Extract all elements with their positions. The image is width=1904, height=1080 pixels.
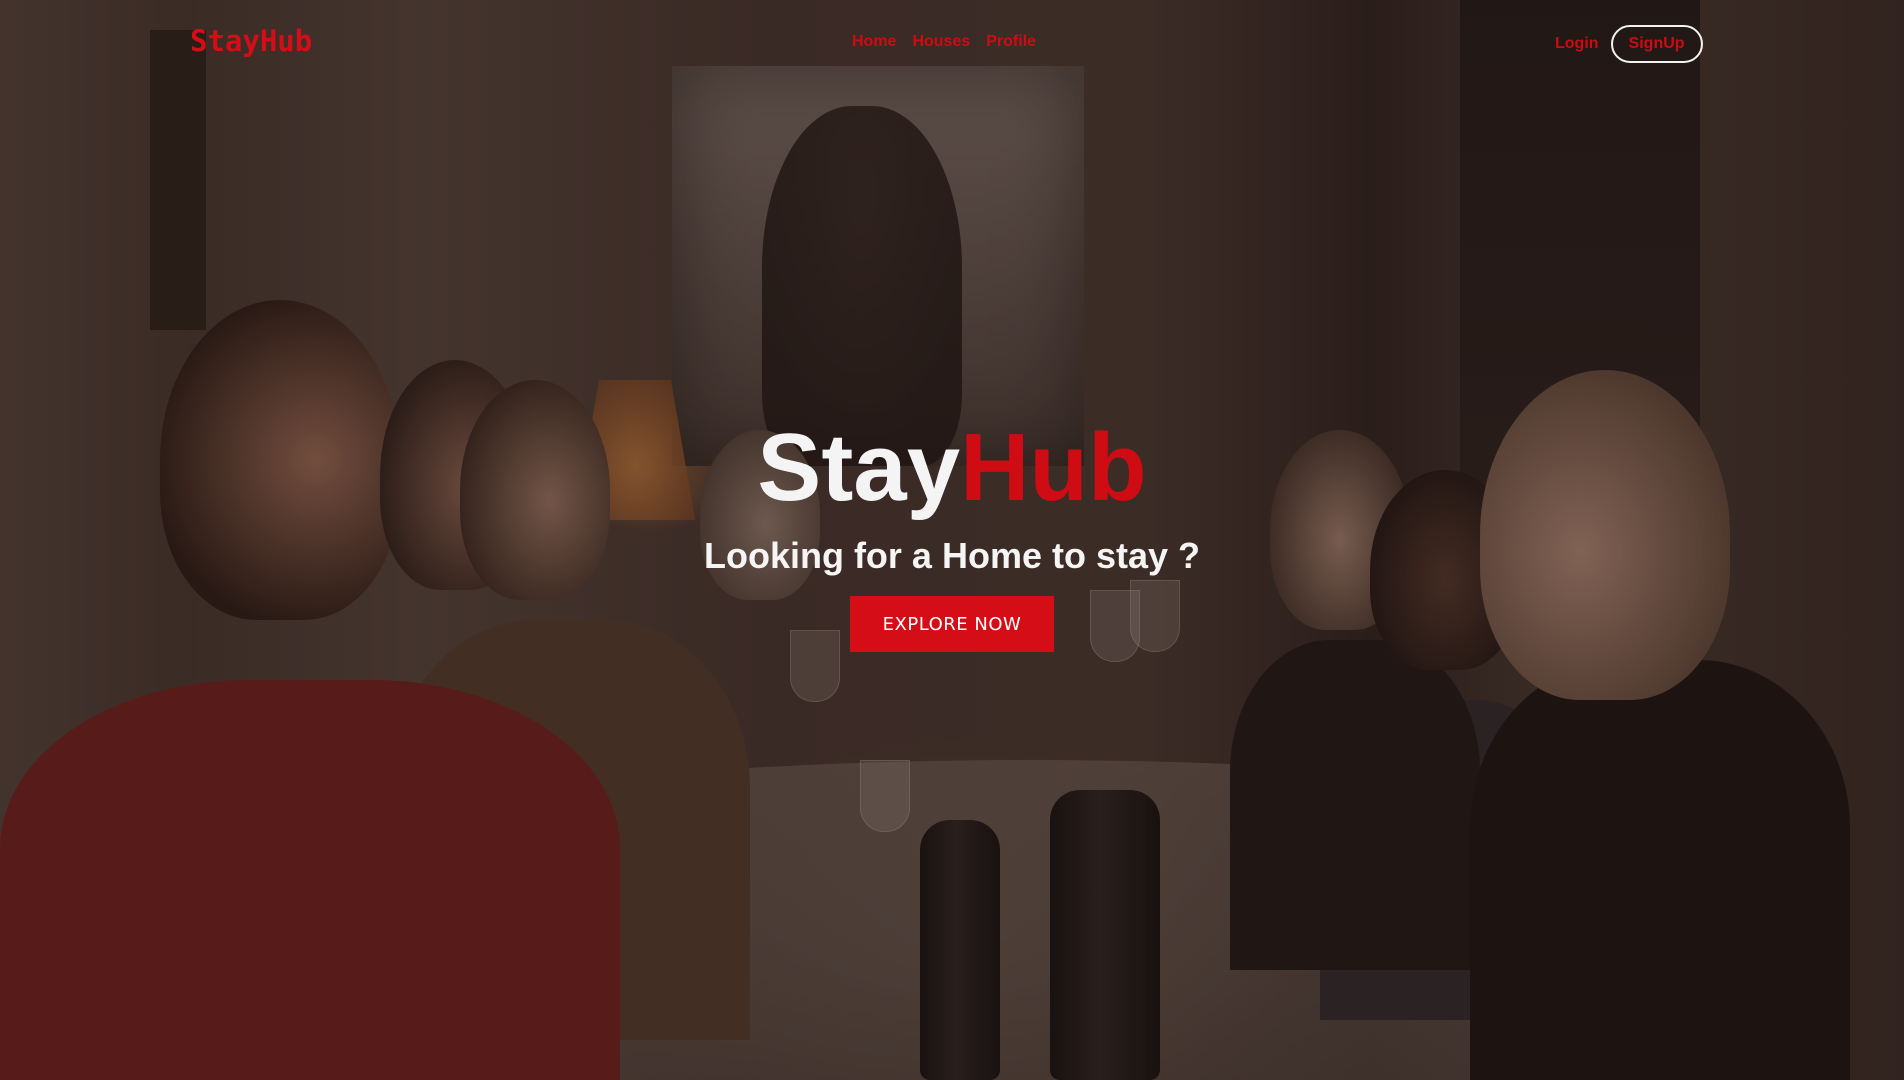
hero-content: StayHub Looking for a Home to stay ? EXP… <box>0 420 1904 652</box>
hero-title-hub: Hub <box>960 414 1147 521</box>
login-link[interactable]: Login <box>1555 35 1599 53</box>
explore-now-button[interactable]: EXPLORE NOW <box>850 596 1054 652</box>
hero-section: StayHub Home Houses Profile Login SignUp… <box>0 0 1904 1080</box>
hero-title-stay: Stay <box>757 414 961 521</box>
navbar: StayHub Home Houses Profile Login SignUp <box>0 0 1904 86</box>
signup-button[interactable]: SignUp <box>1610 25 1703 63</box>
nav-link-home[interactable]: Home <box>852 33 896 51</box>
hero-title: StayHub <box>0 420 1904 516</box>
nav-link-profile[interactable]: Profile <box>986 33 1036 51</box>
auth-actions: Login SignUp <box>1555 25 1703 63</box>
nav-links: Home Houses Profile <box>852 33 1036 51</box>
brand-logo[interactable]: StayHub <box>190 24 312 58</box>
nav-link-houses[interactable]: Houses <box>912 33 970 51</box>
hero-subtitle: Looking for a Home to stay ? <box>703 535 1201 576</box>
